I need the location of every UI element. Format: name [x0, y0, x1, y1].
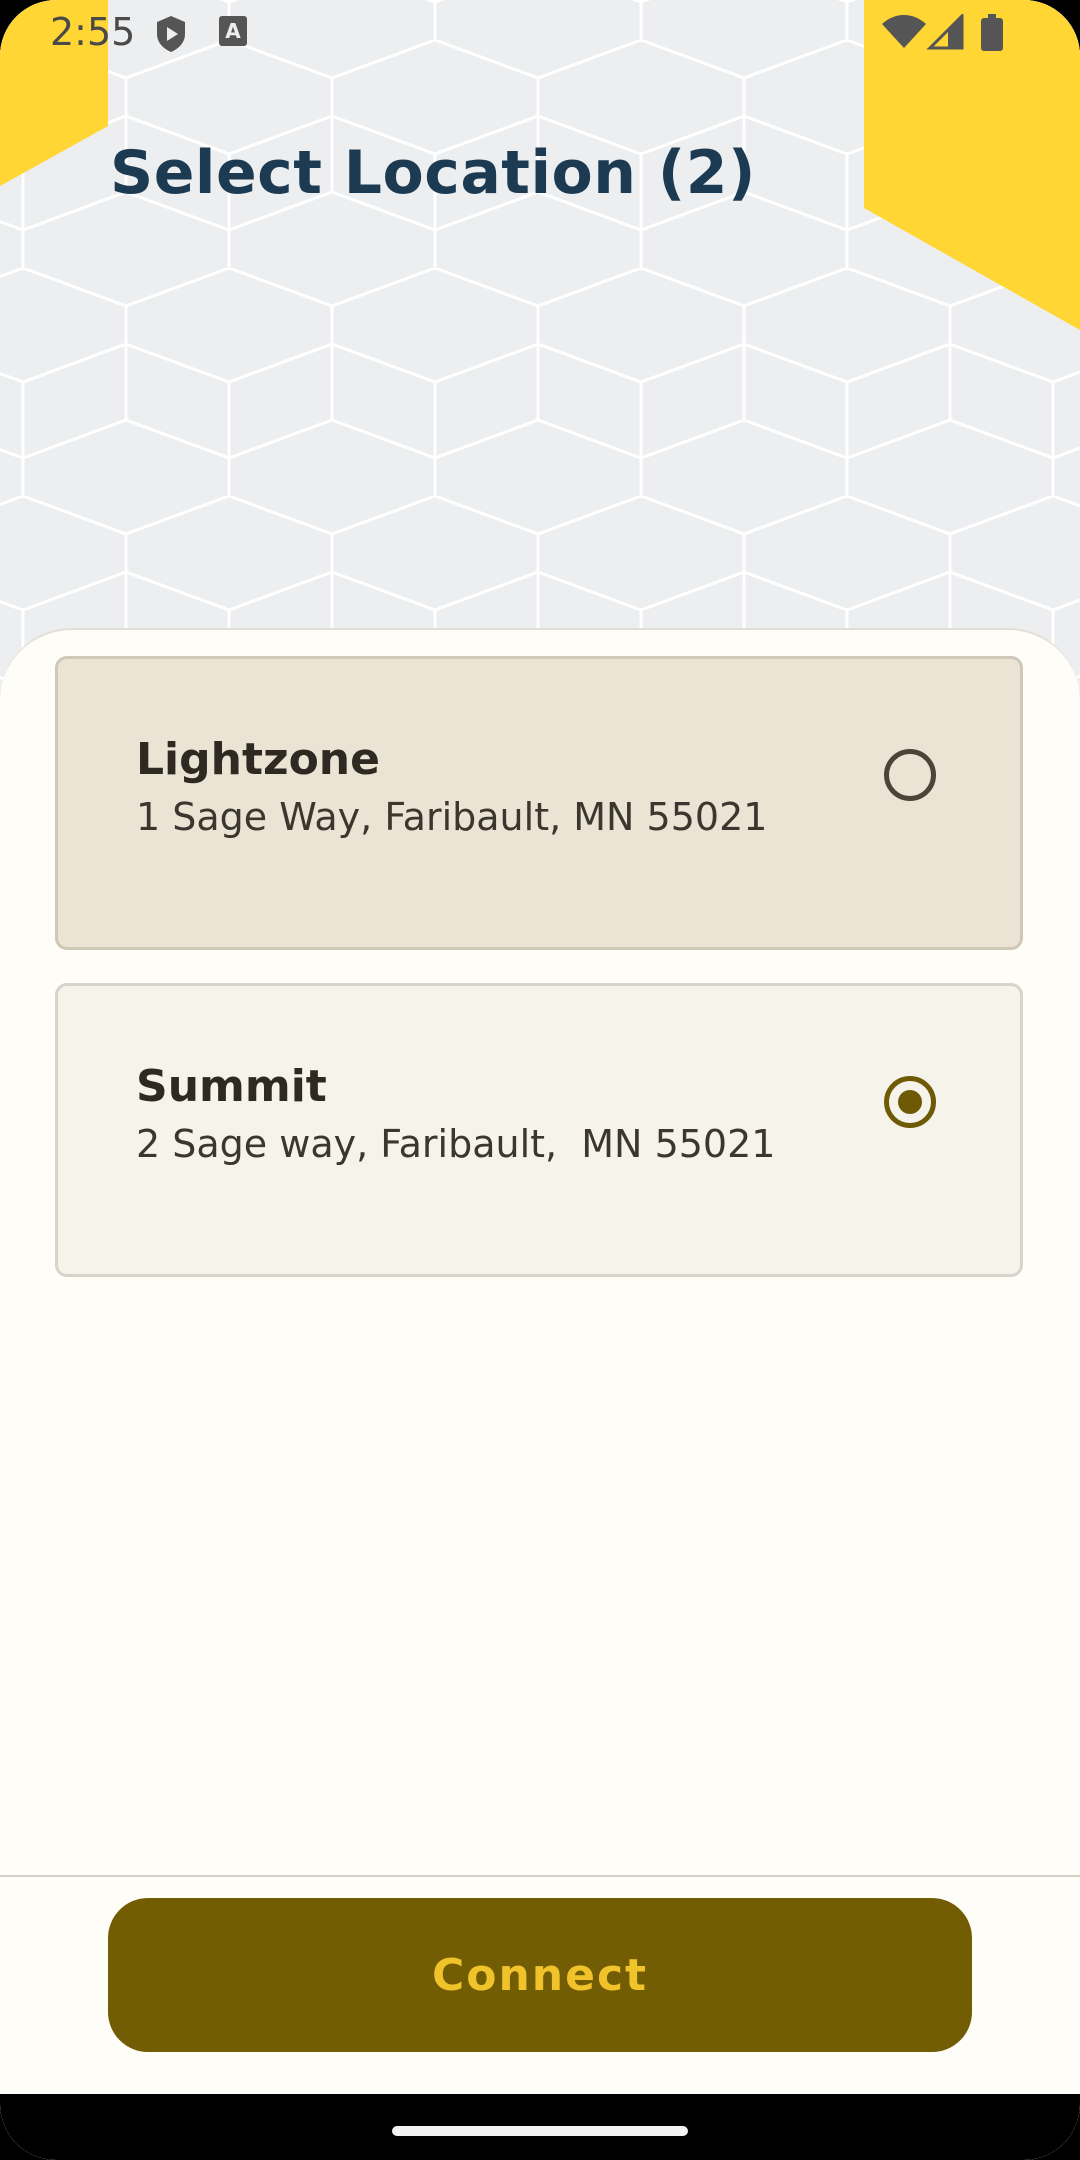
page-title: Select Location (2) [110, 138, 756, 208]
battery-icon [981, 14, 1003, 51]
wifi-icon [882, 15, 926, 48]
header-banner [0, 0, 1080, 700]
radio-button-lightzone[interactable] [884, 749, 936, 801]
connect-button[interactable]: Connect [108, 1898, 972, 2052]
shield-play-icon [157, 16, 185, 52]
location-name: Summit [136, 1061, 327, 1112]
location-address: 1 Sage Way, Faribault, MN 55021 [136, 795, 768, 839]
location-card-summit[interactable]: Summit 2 Sage way, Faribault, MN 55021 [55, 983, 1023, 1277]
location-card-lightzone[interactable]: Lightzone 1 Sage Way, Faribault, MN 5502… [55, 656, 1023, 950]
navigation-bar [0, 2094, 1080, 2160]
location-address: 2 Sage way, Faribault, MN 55021 [136, 1122, 776, 1166]
cell-signal-icon [926, 14, 964, 50]
text-a-icon: A [219, 16, 247, 46]
home-gesture-handle[interactable] [392, 2126, 688, 2136]
status-time: 2:55 [50, 10, 136, 54]
footer-divider [0, 1875, 1080, 1877]
radio-button-summit[interactable] [884, 1076, 936, 1128]
radio-selected-dot [898, 1090, 922, 1114]
location-name: Lightzone [136, 734, 380, 785]
app-screen: 2:55 A Select Location (2) Lightzone 1 S… [0, 0, 1080, 2160]
svg-text:A: A [225, 19, 241, 43]
status-bar: 2:55 A [0, 0, 1080, 70]
